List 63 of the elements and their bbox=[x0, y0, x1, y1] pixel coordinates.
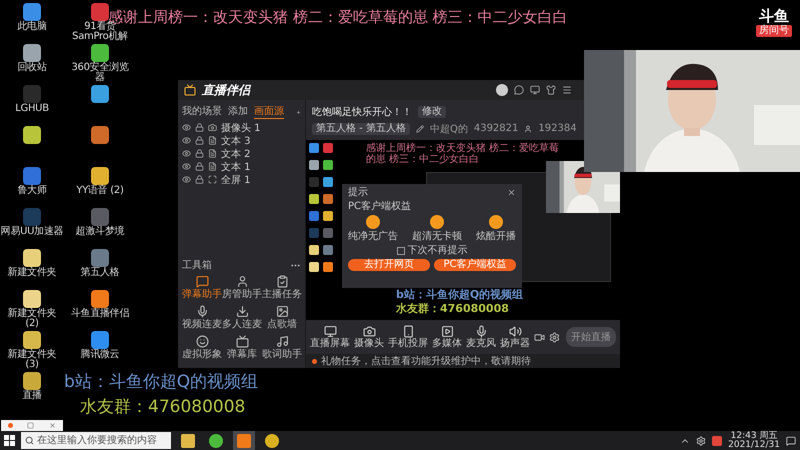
tool-label[interactable]: 歌词助手 bbox=[262, 350, 302, 360]
tool-label[interactable]: 房管助手 bbox=[222, 290, 262, 300]
icon-label: 斗鱼直播伴侣 bbox=[70, 309, 130, 319]
control-label[interactable]: 多媒体 bbox=[432, 339, 462, 349]
control-label[interactable]: 麦克风 bbox=[466, 339, 496, 349]
icon-label: 回收站 bbox=[16, 63, 48, 73]
room-title: 吃饱喝足快乐开心！！ bbox=[312, 106, 412, 118]
room-badge: 房间号 bbox=[756, 25, 792, 37]
clock[interactable]: 12:43 周五 2021/12/31 bbox=[728, 432, 780, 450]
tool-label[interactable]: 多人连麦 bbox=[222, 320, 262, 330]
icon-label: 鲁大师 bbox=[16, 186, 48, 196]
toolbox-title: 工具箱 bbox=[182, 259, 212, 272]
icon-label: 新建文件夹 (2) bbox=[6, 309, 58, 329]
control-label[interactable]: 直播屏幕 bbox=[310, 339, 350, 349]
icon-label: 直播 bbox=[21, 391, 43, 401]
icon-label: 新建文件夹 (3) bbox=[6, 350, 58, 370]
tool-label[interactable]: 弹幕助手 bbox=[182, 290, 222, 300]
overlay-text: 水友群：476080008 bbox=[80, 397, 246, 418]
tool-label[interactable]: 视频连麦 bbox=[182, 320, 222, 330]
control-label[interactable]: 手机投屏 bbox=[388, 339, 428, 349]
category-chip[interactable]: 第五人格 - 第五人格 bbox=[312, 122, 410, 134]
date: 2021/12/31 bbox=[728, 440, 780, 450]
source-name[interactable]: 文本 1 bbox=[221, 160, 251, 174]
app-title: 直播伴侣 bbox=[202, 82, 250, 98]
icon-label: 新建文件夹 bbox=[6, 268, 58, 278]
tool-label[interactable]: 虚拟形象 bbox=[182, 350, 222, 360]
panel-tab[interactable]: 添加 bbox=[228, 106, 248, 118]
icon-label: 腾讯微云 bbox=[80, 350, 120, 360]
icon-label: 第五人格 bbox=[80, 268, 120, 278]
fan-count: 192384 bbox=[538, 123, 577, 134]
feature-label: 纯净无广告 bbox=[348, 231, 398, 242]
icon-label: 360安全浏览器 bbox=[70, 63, 130, 83]
icon-label: 超激斗梦境 bbox=[74, 227, 126, 237]
logo-name: 斗鱼 bbox=[759, 8, 789, 24]
source-name[interactable]: 文本 2 bbox=[221, 146, 251, 160]
dialog-subtitle: PC客户端权益 bbox=[348, 201, 412, 212]
checkbox-label: 下次不再提示 bbox=[408, 245, 468, 256]
source-name[interactable]: 摄像头 1 bbox=[221, 120, 261, 134]
panel-tab[interactable]: 我的场景 bbox=[182, 106, 222, 118]
overlay-text: b站：斗鱼你超Q的视频组 bbox=[64, 372, 258, 393]
tool-label[interactable]: 弹幕库 bbox=[227, 350, 257, 360]
feature-label: 超清无卡顿 bbox=[412, 231, 462, 242]
control-label[interactable]: 摄像头 bbox=[354, 339, 384, 349]
icon-label: 网易UU加速器 bbox=[0, 227, 64, 237]
banner-text: 感谢上周榜一：改天变头猪 榜二：爱吃草莓的崽 榜三：中二少女白白 bbox=[366, 143, 560, 165]
tool-label[interactable]: 点歌墙 bbox=[267, 320, 297, 330]
feature-label: 炫酷开播 bbox=[476, 231, 516, 242]
dialog-title: 提示 bbox=[348, 187, 368, 198]
overlay-text: b站：斗鱼你超Q的视频组 bbox=[396, 288, 524, 301]
streamer-name: 中超Q的 bbox=[430, 122, 468, 136]
tool-label[interactable]: 主播任务 bbox=[262, 290, 302, 300]
icon-label: 此电脑 bbox=[16, 22, 48, 32]
source-name[interactable]: 全屏 1 bbox=[221, 172, 251, 186]
overlay-text: 水友群：476080008 bbox=[396, 302, 510, 315]
time: 12:43 周五 bbox=[730, 432, 778, 440]
panel-tab[interactable]: 画面源 bbox=[254, 106, 284, 118]
room-id: 4392821 bbox=[474, 123, 518, 134]
source-name[interactable]: 文本 3 bbox=[221, 134, 251, 148]
icon-label: YY语音 (2) bbox=[75, 186, 125, 196]
edit-button[interactable]: 修改 bbox=[418, 106, 446, 118]
control-label[interactable]: 扬声器 bbox=[500, 339, 530, 349]
status-text: 礼物任务，点击查看功能升级维护中，敬请期待 bbox=[321, 354, 531, 368]
icon-label: LGHUB bbox=[14, 104, 50, 114]
